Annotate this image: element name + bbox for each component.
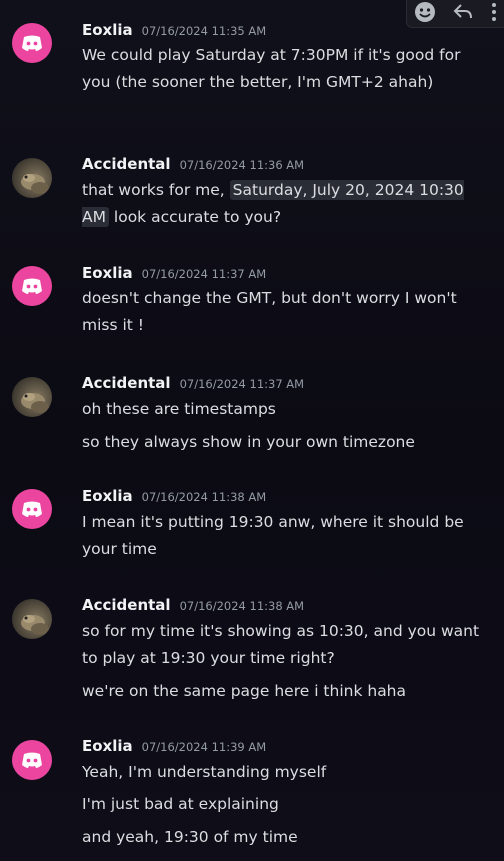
message-text: that works for me, Saturday, July 20, 20…	[82, 177, 482, 231]
discord-icon[interactable]	[12, 489, 52, 529]
message-text: I'm just bad at explaining	[82, 795, 279, 813]
message-timestamp: 07/16/2024 11:37 AM	[179, 377, 305, 391]
message-text: Yeah, I'm understanding myself	[82, 763, 327, 781]
message-text: I mean it's putting 19:30 anw, where it …	[82, 513, 464, 558]
chat-log: Eoxlia 07/16/2024 11:35 AM We could play …	[0, 0, 504, 861]
message-timestamp: 07/16/2024 11:39 AM	[141, 740, 267, 754]
emoji-icon[interactable]	[413, 2, 437, 22]
message-timestamp: 07/16/2024 11:37 AM	[141, 267, 267, 281]
author-name[interactable]: Accidental	[82, 374, 171, 392]
message-text: and yeah, 19:30 of my time	[82, 828, 298, 846]
message-timestamp: 07/16/2024 11:36 AM	[179, 158, 305, 172]
message-text: we're on the same page here i think haha	[82, 682, 407, 700]
author-name[interactable]: Eoxlia	[82, 264, 133, 282]
discord-icon[interactable]	[12, 23, 52, 63]
message-text: so for my time it's showing as 10:30, an…	[82, 622, 480, 667]
message-timestamp: 07/16/2024 11:38 AM	[179, 599, 305, 613]
user-avatar[interactable]	[12, 158, 52, 198]
message-text: doesn't change the GMT, but don't worry …	[82, 289, 457, 334]
message-text: so they always show in your own timezone	[82, 433, 415, 451]
discord-icon[interactable]	[12, 740, 52, 780]
message-timestamp: 07/16/2024 11:35 AM	[141, 24, 267, 38]
message-text: We could play Saturday at 7:30PM if it's…	[82, 46, 461, 91]
more-icon[interactable]	[487, 2, 501, 22]
reply-icon[interactable]	[451, 2, 475, 22]
discord-icon[interactable]	[12, 266, 52, 306]
author-name[interactable]: Eoxlia	[82, 487, 133, 505]
user-avatar[interactable]	[12, 377, 52, 417]
author-name[interactable]: Accidental	[82, 155, 171, 173]
author-name[interactable]: Eoxlia	[82, 737, 133, 755]
message-hover-toolbar	[406, 0, 504, 28]
message-text: oh these are timestamps	[82, 400, 276, 418]
user-avatar[interactable]	[12, 599, 52, 639]
text-before: that works for me,	[82, 181, 230, 199]
message-timestamp: 07/16/2024 11:38 AM	[141, 490, 267, 504]
author-name[interactable]: Eoxlia	[82, 21, 133, 39]
text-after: look accurate to you?	[108, 208, 282, 226]
author-name[interactable]: Accidental	[82, 596, 171, 614]
